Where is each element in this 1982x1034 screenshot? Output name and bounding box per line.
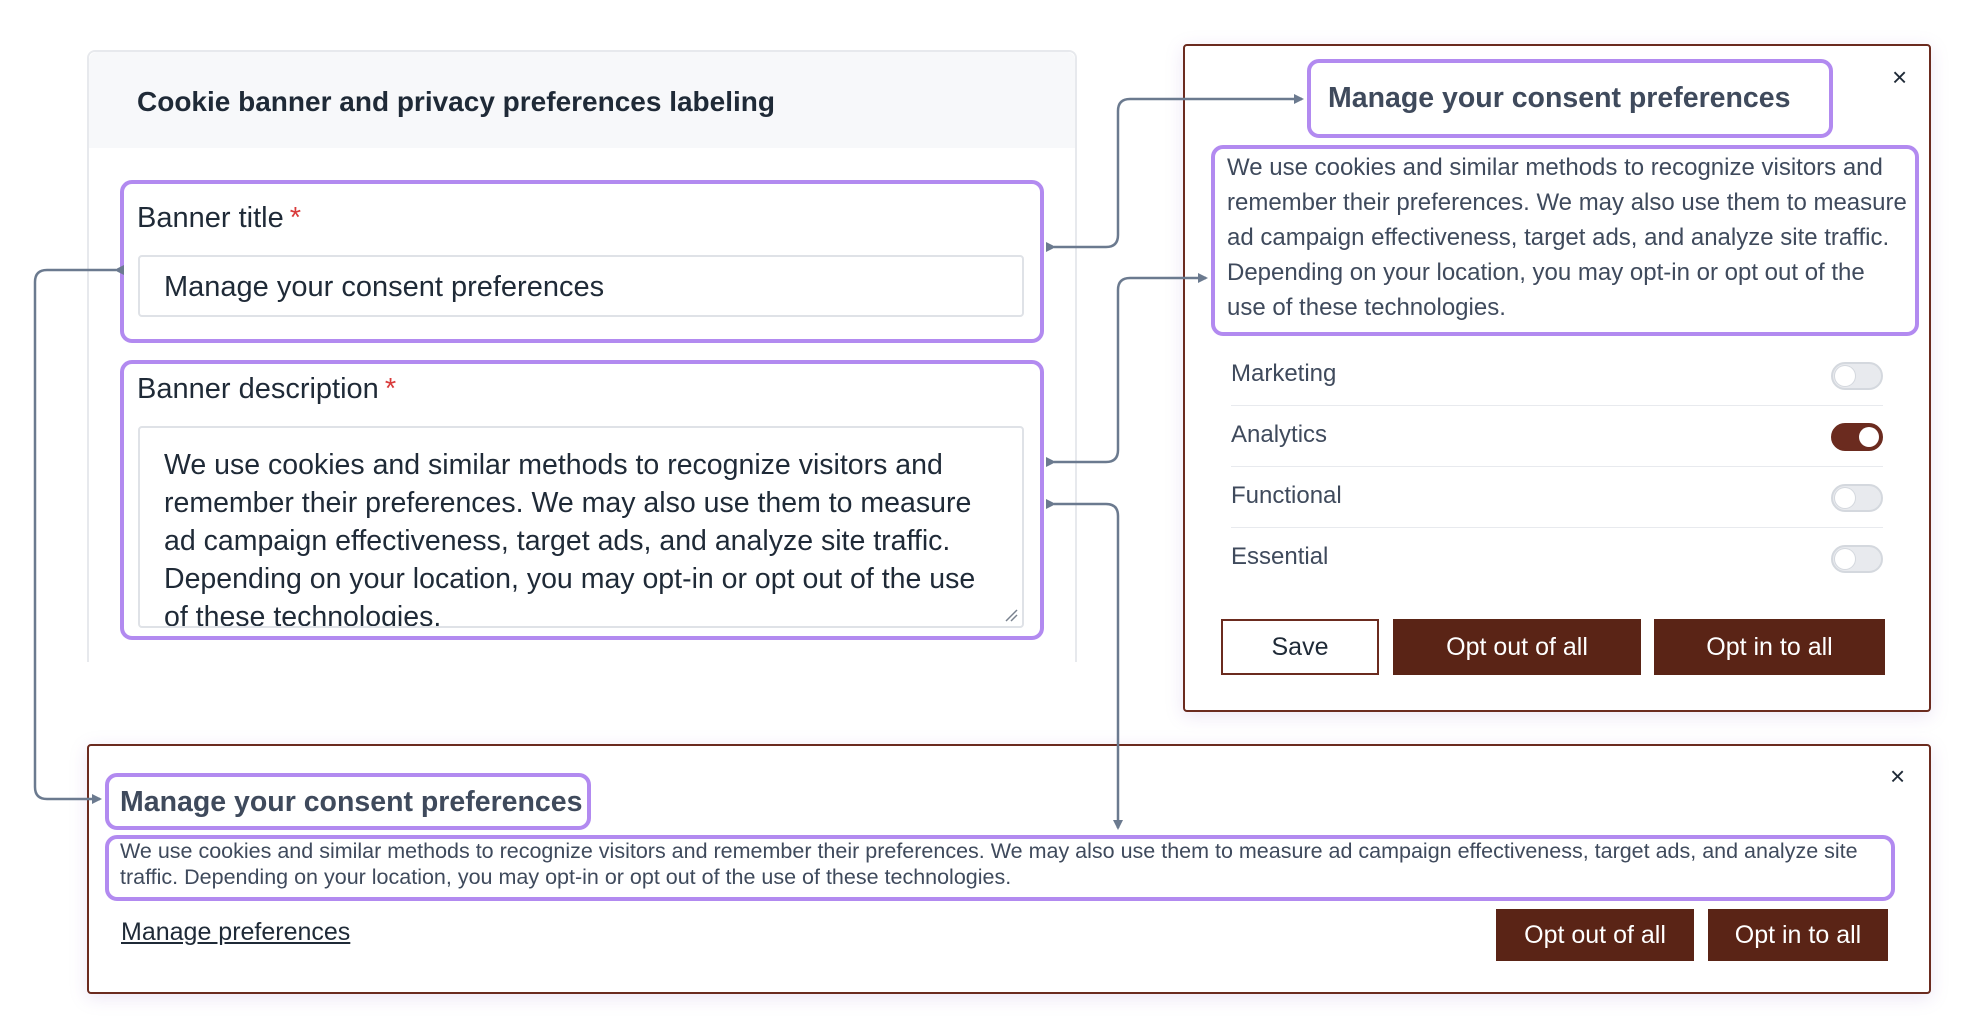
toggle-row-marketing: Marketing [1231,345,1883,406]
banner-close-icon[interactable]: × [1890,763,1905,789]
banner-description-label: Banner description * [137,373,396,406]
toggle-row-analytics: Analytics [1231,406,1883,467]
toggle-label: Analytics [1231,421,1328,448]
banner-description-label-text: Banner description [137,373,379,405]
toggle-label: Essential [1231,543,1329,570]
toggle-label: Marketing [1231,360,1337,387]
banner-description-textarea[interactable]: We use cookies and similar methods to re… [138,426,1024,628]
settings-header: Cookie banner and privacy preferences la… [89,52,1075,148]
modal-opt-in-button[interactable]: Opt in to all [1654,619,1885,675]
manage-preferences-link[interactable]: Manage preferences [121,918,350,947]
required-mark: * [289,202,301,234]
functional-toggle[interactable] [1831,484,1883,512]
toggle-label: Functional [1231,482,1342,509]
modal-description: We use cookies and similar methods to re… [1227,154,1907,321]
modal-title: Manage your consent preferences [1328,82,1791,114]
required-mark: * [384,373,397,405]
banner-opt-in-button[interactable]: Opt in to all [1708,909,1888,961]
banner-title-label: Banner title * [137,202,301,235]
banner-title-label-text: Banner title [137,202,284,234]
modal-opt-out-button[interactable]: Opt out of all [1393,619,1641,675]
toggle-knob [1859,427,1879,447]
banner-opt-out-button[interactable]: Opt out of all [1496,909,1694,961]
save-button[interactable]: Save [1221,619,1379,675]
toggle-knob [1835,366,1855,386]
toggle-row-essential: Essential [1231,528,1883,588]
toggle-row-functional: Functional [1231,467,1883,528]
toggle-knob [1835,549,1855,569]
resize-grip-icon[interactable] [1004,608,1018,622]
essential-toggle[interactable] [1831,545,1883,573]
analytics-toggle[interactable] [1831,423,1883,451]
toggle-knob [1835,488,1855,508]
banner-description-value: We use cookies and similar methods to re… [164,449,976,628]
banner-title-input[interactable]: Manage your consent preferences [138,255,1024,317]
modal-close-icon[interactable]: × [1892,64,1907,90]
banner-description-preview: We use cookies and similar methods to re… [120,839,1858,889]
marketing-toggle[interactable] [1831,362,1883,390]
banner-title-preview: Manage your consent preferences [120,786,583,818]
settings-title: Cookie banner and privacy preferences la… [137,86,775,117]
